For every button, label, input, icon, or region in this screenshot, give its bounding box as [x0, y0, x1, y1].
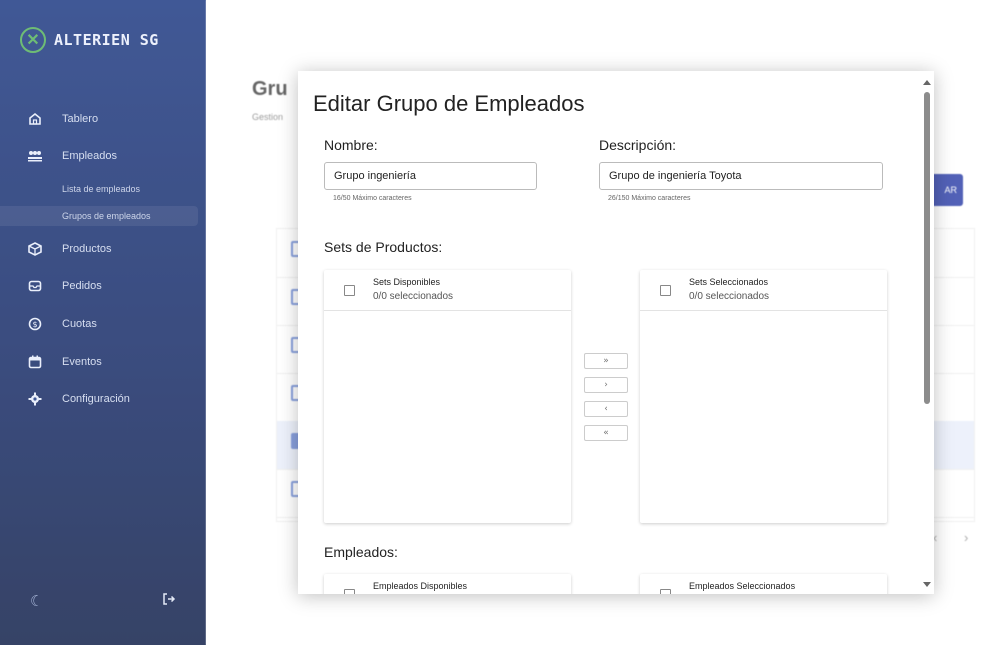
name-helper-text: 16/50 Máximo caracteres: [333, 195, 412, 202]
move-left-button[interactable]: ‹: [584, 401, 628, 417]
available-sets-title: Sets Disponibles: [373, 277, 441, 287]
scroll-down-arrow-icon[interactable]: [923, 582, 931, 587]
modal-scrollbar[interactable]: [920, 74, 934, 594]
select-all-selected-employees-checkbox[interactable]: [660, 589, 671, 594]
selected-employees-title: Empleados Seleccionados: [689, 581, 796, 591]
selected-sets-list: Sets Seleccionados 0/0 seleccionados: [640, 270, 887, 523]
available-sets-list: Sets Disponibles 0/0 seleccionados: [324, 270, 571, 523]
available-employees-title: Empleados Disponibles: [373, 581, 468, 591]
modal-title: Editar Grupo de Empleados: [313, 91, 585, 116]
employees-label: Empleados:: [324, 544, 398, 560]
selected-employees-header: Empleados Seleccionados: [640, 574, 887, 594]
description-helper-text: 26/150 Máximo caracteres: [608, 195, 691, 202]
name-label: Nombre:: [324, 137, 378, 153]
description-input[interactable]: [599, 162, 883, 190]
selected-sets-count: 0/0 seleccionados: [689, 291, 770, 302]
name-input[interactable]: [324, 162, 537, 190]
move-all-right-button[interactable]: »: [584, 353, 628, 369]
edit-group-modal: Editar Grupo de Empleados Nombre: 16/50 …: [298, 71, 934, 594]
select-all-available-sets-checkbox[interactable]: [344, 285, 355, 296]
scrollbar-thumb[interactable]: [924, 92, 930, 404]
scroll-up-arrow-icon[interactable]: [923, 80, 931, 85]
product-sets-label: Sets de Productos:: [324, 239, 443, 255]
move-all-left-button[interactable]: «: [584, 425, 628, 441]
selected-sets-header: Sets Seleccionados 0/0 seleccionados: [640, 270, 887, 311]
available-employees-list: Empleados Disponibles: [324, 574, 571, 594]
available-sets-count: 0/0 seleccionados: [373, 291, 454, 302]
selected-employees-list: Empleados Seleccionados: [640, 574, 887, 594]
select-all-selected-sets-checkbox[interactable]: [660, 285, 671, 296]
move-right-button[interactable]: ›: [584, 377, 628, 393]
available-sets-header: Sets Disponibles 0/0 seleccionados: [324, 270, 571, 311]
select-all-available-employees-checkbox[interactable]: [344, 589, 355, 594]
selected-sets-title: Sets Seleccionados: [689, 277, 769, 287]
available-employees-header: Empleados Disponibles: [324, 574, 571, 594]
description-label: Descripción:: [599, 137, 677, 153]
